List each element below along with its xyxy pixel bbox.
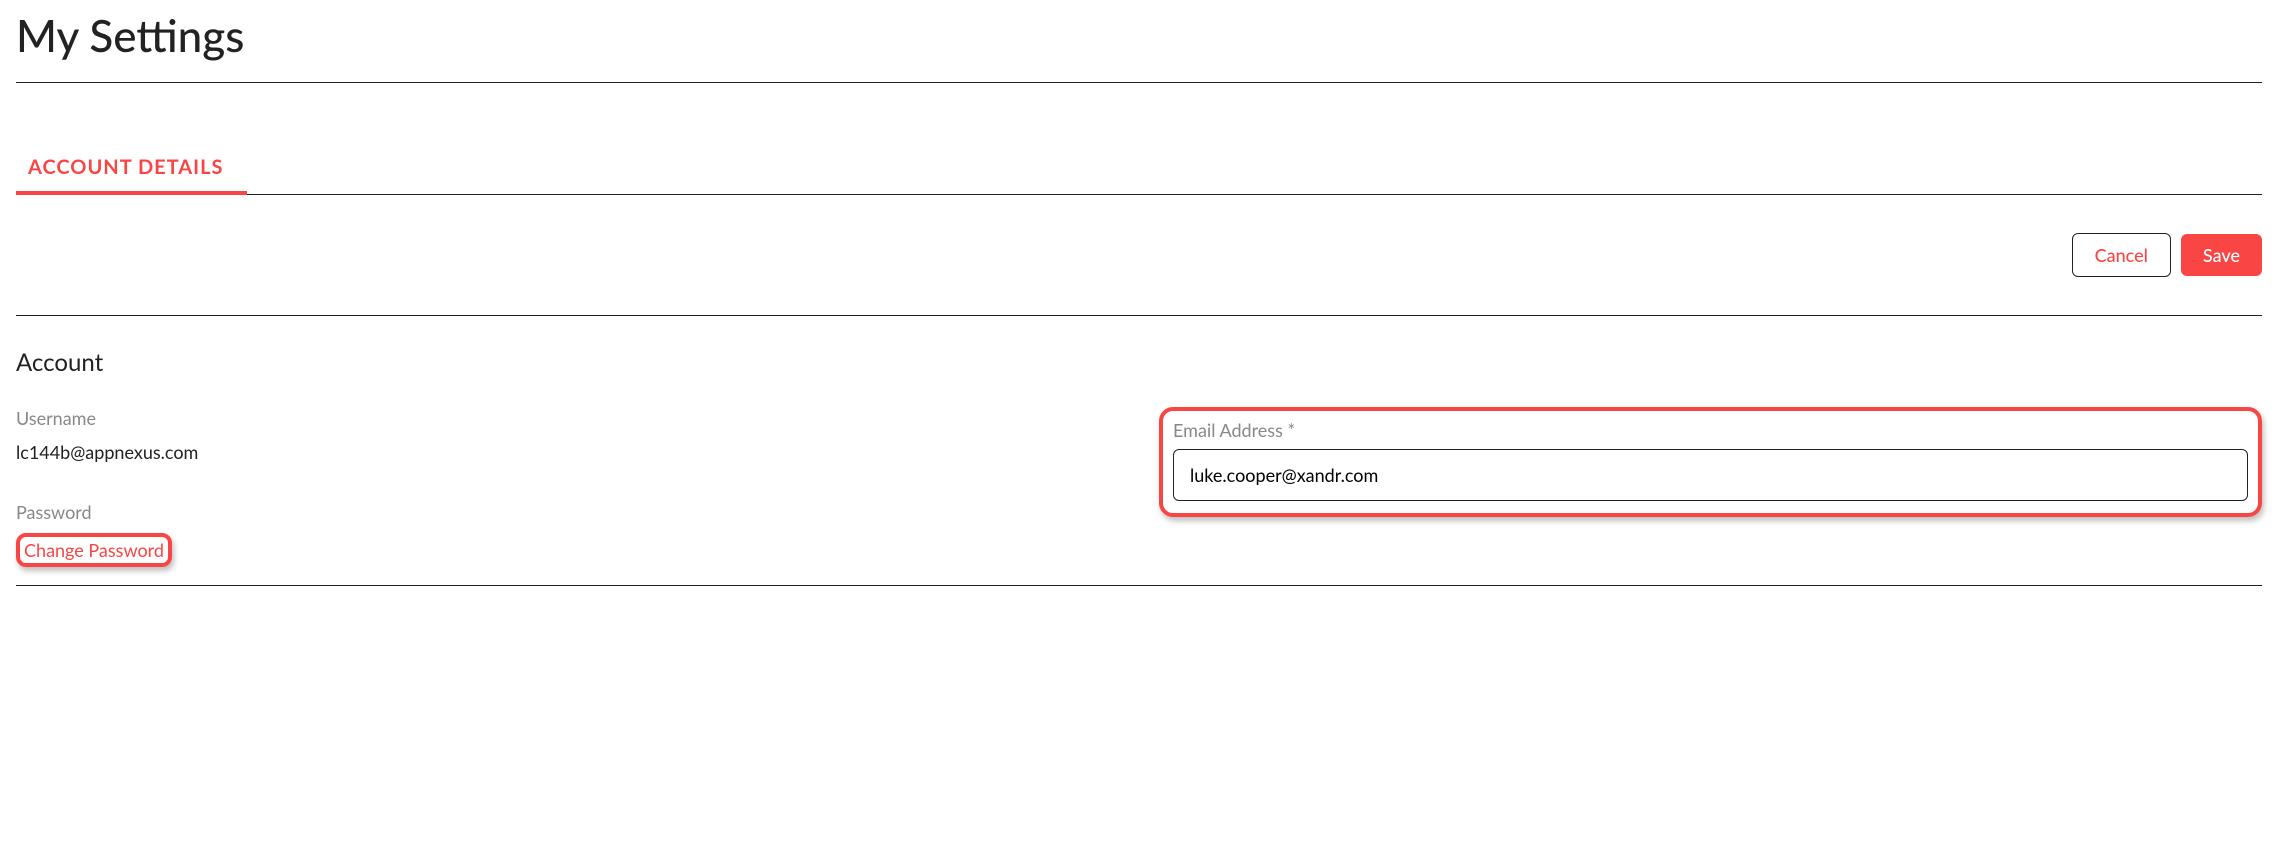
- change-password-highlight: Change Password: [16, 533, 172, 567]
- account-section: Account Username lc144b@appnexus.com Pas…: [16, 316, 2262, 586]
- form-col-left: Username lc144b@appnexus.com Password Ch…: [16, 407, 1119, 567]
- username-field-group: Username lc144b@appnexus.com: [16, 407, 1119, 463]
- username-label: Username: [16, 407, 1119, 429]
- password-label: Password: [16, 501, 1119, 523]
- save-button[interactable]: Save: [2181, 234, 2262, 276]
- tab-account-details[interactable]: ACCOUNT DETAILS: [16, 143, 247, 195]
- email-label: Email Address *: [1173, 419, 2248, 441]
- section-title-account: Account: [16, 348, 2262, 377]
- email-field[interactable]: [1173, 449, 2248, 501]
- password-field-group: Password Change Password: [16, 501, 1119, 567]
- form-col-right: Email Address *: [1159, 407, 2262, 567]
- email-highlight: Email Address *: [1159, 407, 2262, 517]
- change-password-link[interactable]: Change Password: [24, 539, 164, 561]
- form-grid: Username lc144b@appnexus.com Password Ch…: [16, 407, 2262, 567]
- username-value: lc144b@appnexus.com: [16, 441, 1119, 463]
- cancel-button[interactable]: Cancel: [2072, 233, 2171, 277]
- page-title: My Settings: [16, 0, 2262, 82]
- title-divider: [16, 82, 2262, 83]
- tabs-container: ACCOUNT DETAILS: [16, 143, 2262, 195]
- action-bar: Cancel Save: [16, 195, 2262, 316]
